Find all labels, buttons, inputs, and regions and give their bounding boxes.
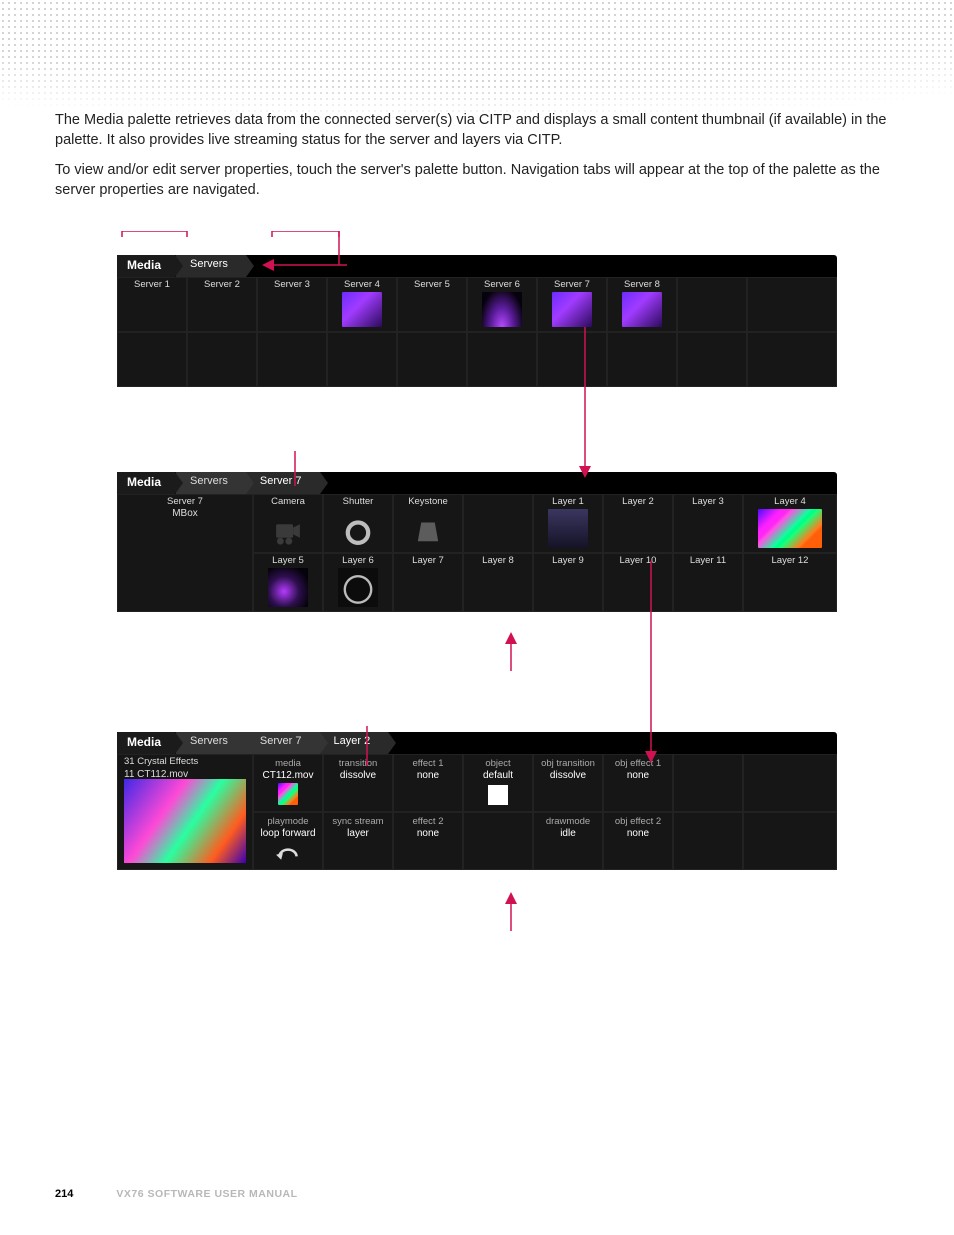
server-1-button[interactable]: Server 1 [117,277,187,332]
layer-12-button[interactable]: Layer 12 [743,553,837,612]
empty-slot[interactable] [743,754,837,812]
server-2-button[interactable]: Server 2 [187,277,257,332]
prop-row-a: mediaCT112.mov transitiondissolve effect… [253,754,837,812]
tab-servers[interactable]: Servers [176,255,246,277]
layer-10-button[interactable]: Layer 10 [603,553,673,612]
layer-7-button[interactable]: Layer 7 [393,553,463,612]
empty-slot[interactable] [677,332,747,387]
object-prop[interactable]: objectdefault [463,754,533,812]
thumbnail [622,292,662,327]
empty-slot[interactable] [677,277,747,332]
camera-icon [254,511,322,550]
paragraph-2: To view and/or edit server properties, t… [55,160,899,200]
server-4-button[interactable]: Server 4 [327,277,397,332]
layer-preview[interactable]: 31 Crystal Effects 11 CT112.mov [117,754,253,870]
page-footer: 214 VX76 SOFTWARE USER MANUAL [55,1188,298,1200]
tab-media[interactable]: Media [117,255,176,277]
layer-5-button[interactable]: Layer 5 [253,553,323,612]
layer-3-button[interactable]: Layer 3 [673,494,743,553]
empty-slot[interactable] [743,812,837,870]
server-row-2 [117,332,837,387]
tab-media[interactable]: Media [117,472,176,494]
empty-slot[interactable] [327,332,397,387]
thumbnail [338,568,378,607]
empty-slot[interactable] [607,332,677,387]
camera-button[interactable]: Camera [253,494,323,553]
thumbnail [548,509,588,548]
page-number: 214 [55,1188,73,1200]
paragraph-1: The Media palette retrieves data from th… [55,110,899,150]
keystone-icon [394,511,462,550]
manual-title: VX76 SOFTWARE USER MANUAL [116,1188,297,1200]
thumbnail [552,292,592,327]
layer-8-button[interactable]: Layer 8 [463,553,533,612]
obj-transition-prop[interactable]: obj transitiondissolve [533,754,603,812]
mini-thumbnail [278,783,298,805]
empty-slot[interactable] [673,812,743,870]
layer-2-button[interactable]: Layer 2 [603,494,673,553]
thumbnail [758,509,822,548]
media-palette-servers: Media Servers Server 1 Server 2 Server 3… [117,255,837,387]
shutter-button[interactable]: Shutter [323,494,393,553]
empty-slot[interactable] [397,332,467,387]
thumbnail [482,292,522,327]
server-row-1: Server 1 Server 2 Server 3 Server 4 Serv… [117,277,837,332]
media-prop[interactable]: mediaCT112.mov [253,754,323,812]
effect-1-prop[interactable]: effect 1none [393,754,463,812]
thumbnail [342,292,382,327]
server-8-button[interactable]: Server 8 [607,277,677,332]
empty-slot[interactable] [467,332,537,387]
tab-server-7[interactable]: Server 7 [246,472,320,494]
tab-server-7[interactable]: Server 7 [246,732,320,754]
breadcrumb: Media Servers Server 7 Layer 2 [117,732,837,754]
object-swatch [488,785,508,805]
shutter-icon [324,511,392,550]
effect-2-prop[interactable]: effect 2none [393,812,463,870]
media-palette-layer2: Media Servers Server 7 Layer 2 31 Crysta… [117,732,837,870]
empty-slot[interactable] [463,812,533,870]
empty-slot[interactable] [537,332,607,387]
layer-properties: 31 Crystal Effects 11 CT112.mov mediaCT1… [117,754,837,870]
server-6-button[interactable]: Server 6 [467,277,537,332]
body-text: The Media palette retrieves data from th… [0,0,954,200]
keystone-button[interactable]: Keystone [393,494,463,553]
empty-slot[interactable] [747,277,837,332]
server-5-button[interactable]: Server 5 [397,277,467,332]
breadcrumb: Media Servers Server 7 [117,472,837,494]
server-3-button[interactable]: Server 3 [257,277,327,332]
tab-layer-2[interactable]: Layer 2 [320,732,389,754]
layer-9-button[interactable]: Layer 9 [533,553,603,612]
empty-slot[interactable] [117,332,187,387]
document-page: The Media palette retrieves data from th… [0,0,954,1235]
layer-6-button[interactable]: Layer 6 [323,553,393,612]
empty-slot[interactable] [187,332,257,387]
playmode-prop[interactable]: playmodeloop forward [253,812,323,870]
layer-4-button[interactable]: Layer 4 [743,494,837,553]
obj-effect-2-prop[interactable]: obj effect 2none [603,812,673,870]
server-7-button[interactable]: Server 7 [537,277,607,332]
server-preview[interactable]: Server 7 MBox [117,494,253,612]
breadcrumb: Media Servers [117,255,837,277]
prop-row-b: playmodeloop forward sync streamlayer ef… [253,812,837,870]
tab-servers[interactable]: Servers [176,732,246,754]
tab-servers[interactable]: Servers [176,472,246,494]
layer-11-button[interactable]: Layer 11 [673,553,743,612]
obj-effect-1-prop[interactable]: obj effect 1none [603,754,673,812]
drawmode-prop[interactable]: drawmodeidle [533,812,603,870]
layer-1-button[interactable]: Layer 1 [533,494,603,553]
empty-slot[interactable] [673,754,743,812]
empty-slot[interactable] [463,494,533,553]
preview-thumbnail [124,519,246,607]
empty-slot[interactable] [747,332,837,387]
server7-grid: Server 7 MBox Camera Shutter [117,494,837,612]
tab-media[interactable]: Media [117,732,176,754]
thumbnail [268,568,308,607]
loop-icon [254,839,322,867]
sync-stream-prop[interactable]: sync streamlayer [323,812,393,870]
transition-prop[interactable]: transitiondissolve [323,754,393,812]
figure-stack: Media Servers Server 1 Server 2 Server 3… [117,255,837,870]
empty-slot[interactable] [257,332,327,387]
preview-thumbnail [124,779,246,863]
media-palette-server7: Media Servers Server 7 Server 7 MBox Cam… [117,472,837,612]
